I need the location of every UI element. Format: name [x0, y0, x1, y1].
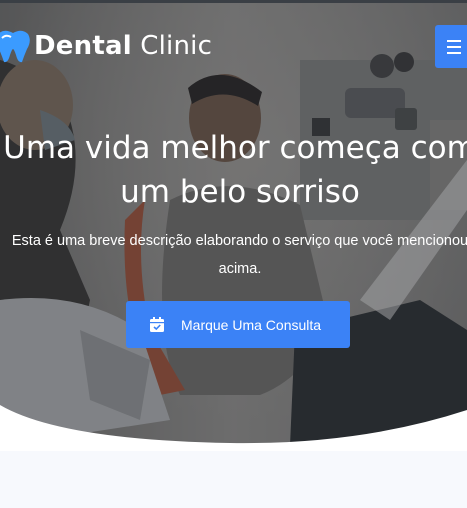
navbar: Dental Clinic — [0, 0, 467, 90]
brand-name-light: Clinic — [131, 31, 213, 61]
book-appointment-button[interactable]: Marque Uma Consulta — [126, 301, 350, 348]
book-appointment-label: Marque Uma Consulta — [181, 316, 322, 333]
tooth-icon — [0, 30, 30, 63]
hamburger-menu-icon — [447, 39, 461, 42]
hero-headline-line-1: Uma vida melhor começa com — [3, 130, 467, 166]
hero-description-line-1: Esta é uma breve descrição elaborando o … — [11, 233, 467, 249]
hamburger-line — [447, 45, 461, 48]
hamburger-line — [447, 51, 461, 54]
brand-name: Dental Clinic — [34, 33, 212, 59]
hero-section: Dental Clinic Uma vida melhor começa com… — [0, 0, 467, 446]
next-section — [0, 451, 467, 508]
hero-headline-line-2: um belo sorriso — [120, 174, 360, 210]
hamburger-menu-button[interactable] — [435, 25, 467, 68]
brand-logo-link[interactable]: Dental Clinic — [0, 28, 212, 64]
hero-headline: Uma vida melhor começa com um belo sorri… — [0, 126, 467, 214]
hero-description: Esta é uma breve descrição elaborando o … — [0, 227, 467, 283]
calendar-check-icon — [150, 317, 164, 332]
hero-description-line-2: acima. — [218, 261, 262, 277]
brand-name-bold: Dental — [34, 31, 132, 61]
